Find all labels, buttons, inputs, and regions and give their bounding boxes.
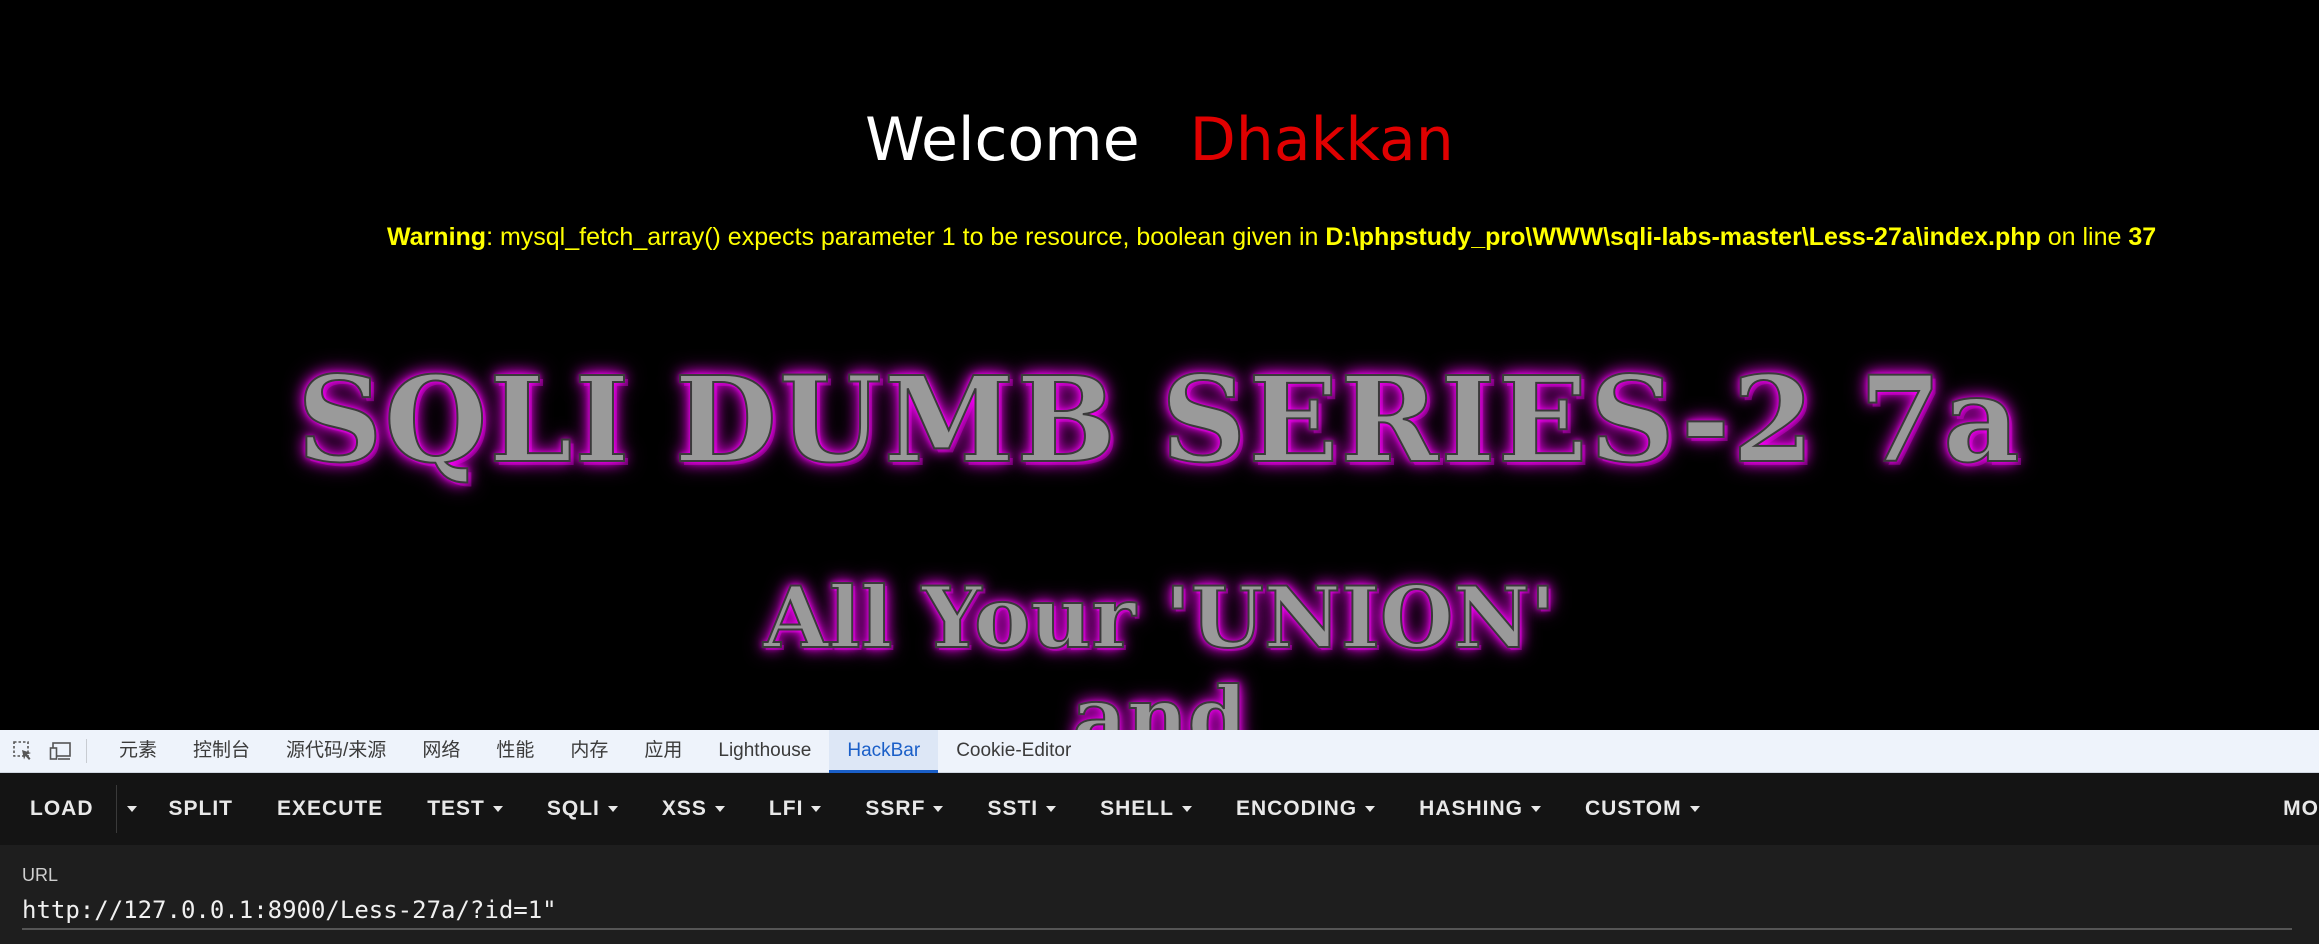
ssrf-menu-label: SSRF xyxy=(865,797,926,820)
warning-line-text: on line xyxy=(2040,223,2129,251)
url-label: URL xyxy=(22,865,59,885)
execute-button[interactable]: EXECUTE xyxy=(255,773,405,845)
load-button-label: LOAD xyxy=(30,797,94,820)
devtools-panel: 元素 控制台 源代码/来源 网络 性能 内存 应用 Lighthouse Hac… xyxy=(0,730,2319,944)
tab-separator xyxy=(86,739,87,763)
chevron-down-icon xyxy=(126,806,137,812)
shell-menu-label: SHELL xyxy=(1100,797,1174,820)
hashing-menu-button[interactable]: HASHING xyxy=(1397,773,1563,845)
hashing-menu-label: HASHING xyxy=(1419,797,1523,820)
tab-elements[interactable]: 元素 xyxy=(101,730,175,772)
custom-menu-button[interactable]: CUSTOM xyxy=(1563,773,1722,845)
and-banner: and xyxy=(1071,667,1247,730)
url-input[interactable] xyxy=(22,892,2292,930)
ssrf-menu-button[interactable]: SSRF xyxy=(843,773,965,845)
union-banner: All Your 'UNION' xyxy=(762,567,1556,668)
chevron-down-icon xyxy=(1531,806,1541,812)
chevron-down-icon xyxy=(811,806,822,812)
url-section: URL xyxy=(0,845,2319,944)
sqli-menu-button[interactable]: SQLI xyxy=(525,773,640,845)
chevron-down-icon xyxy=(714,806,725,812)
chevron-down-icon xyxy=(1181,806,1192,812)
load-dropdown-button[interactable] xyxy=(115,785,147,833)
tab-console[interactable]: 控制台 xyxy=(175,730,268,772)
warning-message: : mysql_fetch_array() expects parameter … xyxy=(486,223,1326,251)
split-button-label: SPLIT xyxy=(168,797,234,820)
chevron-down-icon xyxy=(933,806,944,812)
shell-menu-button[interactable]: SHELL xyxy=(1078,773,1214,845)
xss-menu-label: XSS xyxy=(661,797,707,820)
inspect-element-icon[interactable] xyxy=(8,736,38,766)
hackbar-toolbar: LOAD SPLIT EXECUTE TEST SQLI XSS LFI SSR… xyxy=(0,773,2319,845)
lfi-menu-button[interactable]: LFI xyxy=(747,773,844,845)
welcome-heading: Welcome Dhakkan xyxy=(0,100,2319,180)
warning-file: D:\phpstudy_pro\WWW\sqli-labs-master\Les… xyxy=(1325,223,2041,251)
xss-menu-button[interactable]: XSS xyxy=(640,773,747,845)
devtools-tab-bar: 元素 控制台 源代码/来源 网络 性能 内存 应用 Lighthouse Hac… xyxy=(0,730,2319,773)
custom-menu-label: CUSTOM xyxy=(1585,797,1682,820)
tab-lighthouse[interactable]: Lighthouse xyxy=(700,730,829,772)
chevron-down-icon xyxy=(1365,806,1376,812)
chevron-down-icon xyxy=(1689,806,1700,812)
execute-button-label: EXECUTE xyxy=(277,797,384,820)
tab-application[interactable]: 应用 xyxy=(626,730,700,772)
ssti-menu-label: SSTI xyxy=(987,797,1039,820)
chevron-down-icon xyxy=(492,806,503,812)
tab-cookie-editor[interactable]: Cookie-Editor xyxy=(938,730,1089,772)
load-button[interactable]: LOAD xyxy=(0,773,116,845)
sqli-menu-label: SQLI xyxy=(546,797,600,820)
lfi-menu-label: LFI xyxy=(768,797,804,820)
more-menu-button[interactable]: MO xyxy=(2283,773,2319,845)
test-menu-label: TEST xyxy=(427,797,485,820)
tab-memory[interactable]: 内存 xyxy=(552,730,626,772)
ssti-menu-button[interactable]: SSTI xyxy=(965,773,1078,845)
tab-network[interactable]: 网络 xyxy=(404,730,478,772)
encoding-menu-button[interactable]: ENCODING xyxy=(1214,773,1397,845)
tab-hackbar[interactable]: HackBar xyxy=(829,730,939,773)
php-warning: Warning: mysql_fetch_array() expects par… xyxy=(387,220,2287,254)
test-menu-button[interactable]: TEST xyxy=(405,773,525,845)
series-banner: SQLI DUMB SERIES-2 7a xyxy=(296,349,2022,490)
split-button[interactable]: SPLIT xyxy=(147,773,256,845)
welcome-text: Welcome xyxy=(865,105,1140,175)
warning-label: Warning xyxy=(387,223,487,251)
warning-line-number: 37 xyxy=(2128,223,2157,251)
browser-viewport: Welcome Dhakkan Warning: mysql_fetch_arra… xyxy=(0,0,2319,730)
tab-sources[interactable]: 源代码/来源 xyxy=(268,730,404,772)
chevron-down-icon xyxy=(1046,806,1057,812)
welcome-name: Dhakkan xyxy=(1189,105,1454,175)
chevron-down-icon xyxy=(607,806,618,812)
device-toolbar-icon[interactable] xyxy=(46,736,76,766)
tab-performance[interactable]: 性能 xyxy=(478,730,552,772)
encoding-menu-label: ENCODING xyxy=(1235,797,1358,820)
